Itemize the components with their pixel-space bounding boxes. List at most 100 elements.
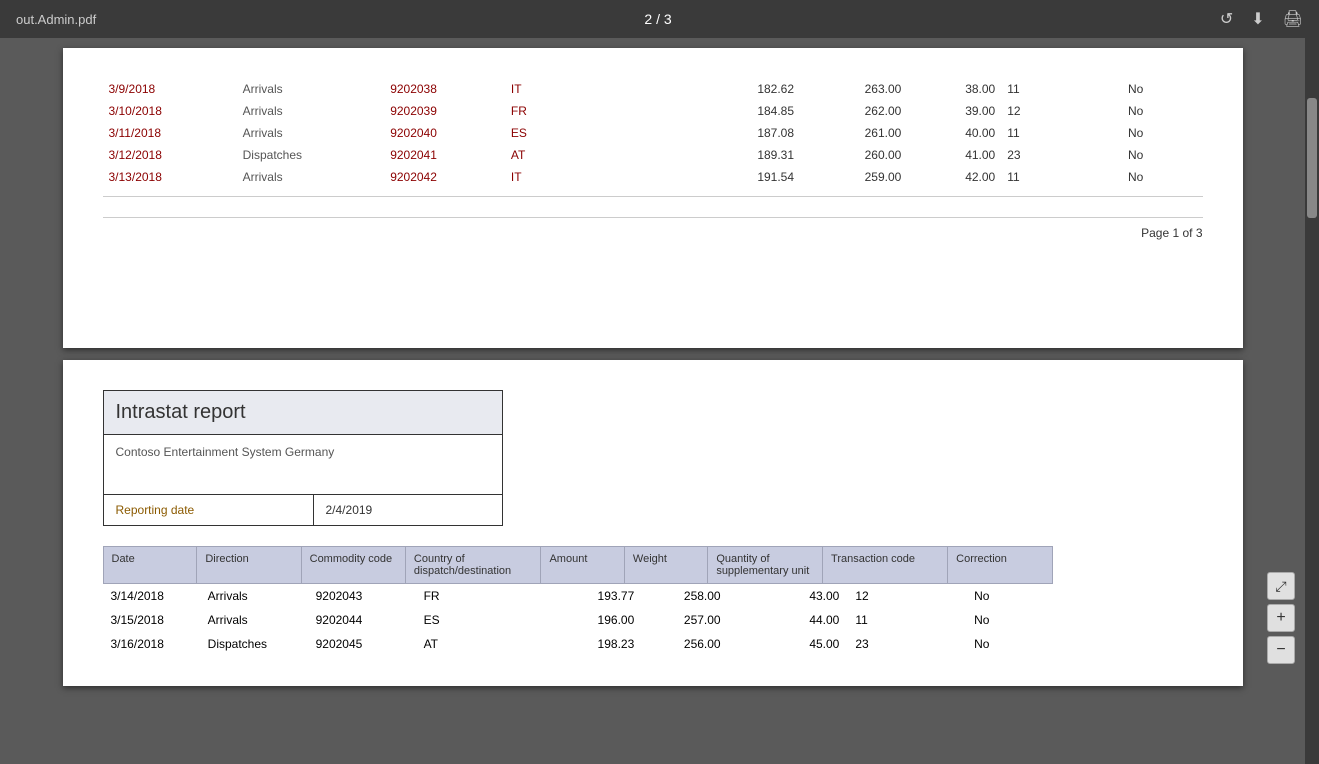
cell-ref: 9202038 [384,78,505,100]
page1-data-table: 3/9/2018 Arrivals 9202038 IT 182.62 263.… [103,78,1203,188]
cell-amount: 182.62 [693,78,800,100]
column-header: Commodity code [301,547,405,584]
pdf-page-1: 3/9/2018 Arrivals 9202038 IT 182.62 263.… [63,48,1243,348]
cell-country: ES [505,122,585,144]
cell-ref: 9202042 [384,166,505,188]
cell-correction: No [966,608,1052,632]
column-header: Weight [624,547,707,584]
cell-ref: 9202040 [384,122,505,144]
cell-weight: 261.00 [800,122,907,144]
cell-country: IT [505,166,585,188]
cell-ref: 9202043 [308,584,416,608]
cell-weight: 262.00 [800,100,907,122]
cell-qty: 44.00 [729,608,848,632]
zoom-expand-button[interactable]: ⤢ [1267,572,1295,600]
toolbar-actions: ↺ ⬇ 🖨 [1220,9,1303,29]
page-indicator: 2 / 3 [644,11,671,27]
report-title: Intrastat report [104,391,502,435]
reporting-date-label: Reporting date [104,495,314,525]
refresh-icon[interactable]: ↺ [1220,9,1233,29]
column-header: Date [103,547,197,584]
cell-direction: Arrivals [237,122,385,144]
cell-direction: Dispatches [200,632,308,656]
zoom-in-button[interactable]: + [1267,604,1295,632]
cell-country: FR [505,100,585,122]
cell-qty: 40.00 [907,122,1001,144]
cell-country: ES [416,608,556,632]
table-row: 3/12/2018 Dispatches 9202041 AT 189.31 2… [103,144,1203,166]
cell-direction: Arrivals [200,608,308,632]
main-area: 3/9/2018 Arrivals 9202038 IT 182.62 263.… [0,38,1319,764]
cell-direction: Arrivals [200,584,308,608]
cell-amount: 184.85 [693,100,800,122]
page-footer: Page 1 of 3 [103,217,1203,240]
cell-qty: 38.00 [907,78,1001,100]
print-icon[interactable]: 🖨 [1283,9,1303,29]
cell-country: FR [416,584,556,608]
cell-weight: 259.00 [800,166,907,188]
cell-txn: 11 [1001,78,1041,100]
column-headers-table: DateDirectionCommodity codeCountry of di… [103,546,1053,584]
column-header: Quantity of supplementary unit [708,547,823,584]
cell-txn: 11 [847,608,879,632]
cell-ref: 9202045 [308,632,416,656]
column-header: Direction [197,547,301,584]
company-name: Contoso Entertainment System Germany [104,435,502,495]
table-row: 3/10/2018 Arrivals 9202039 FR 184.85 262… [103,100,1203,122]
cell-country: AT [505,144,585,166]
cell-amount: 196.00 [556,608,642,632]
reporting-date-row: Reporting date 2/4/2019 [104,495,502,525]
cell-country: IT [505,78,585,100]
cell-amount: 193.77 [556,584,642,608]
table-row: 3/14/2018 Arrivals 9202043 FR 193.77 258… [103,584,1053,608]
cell-weight: 258.00 [642,584,728,608]
reporting-date-value: 2/4/2019 [314,495,385,525]
table-row: 3/15/2018 Arrivals 9202044 ES 196.00 257… [103,608,1053,632]
cell-weight: 256.00 [642,632,728,656]
content-area[interactable]: 3/9/2018 Arrivals 9202038 IT 182.62 263.… [0,38,1305,764]
cell-amount: 187.08 [693,122,800,144]
scrollbar-thumb[interactable] [1307,98,1317,218]
cell-correction: No [966,584,1052,608]
cell-txn: 11 [1001,122,1041,144]
cell-correction: No [966,632,1052,656]
cell-date: 3/11/2018 [103,122,237,144]
zoom-out-button[interactable]: − [1267,636,1295,664]
table-row: 3/11/2018 Arrivals 9202040 ES 187.08 261… [103,122,1203,144]
cell-amount: 191.54 [693,166,800,188]
cell-weight: 257.00 [642,608,728,632]
cell-ref: 9202041 [384,144,505,166]
cell-direction: Arrivals [237,78,385,100]
cell-amount: 198.23 [556,632,642,656]
cell-ref: 9202039 [384,100,505,122]
cell-date: 3/9/2018 [103,78,237,100]
cell-correction: No [1122,78,1203,100]
page-number: Page 1 of 3 [1141,226,1202,240]
scrollbar-track[interactable] [1305,38,1319,764]
table-row: 3/13/2018 Arrivals 9202042 IT 191.54 259… [103,166,1203,188]
cell-date: 3/15/2018 [103,608,200,632]
cell-qty: 39.00 [907,100,1001,122]
toolbar: out.Admin.pdf 2 / 3 ↺ ⬇ 🖨 [0,0,1319,38]
cell-date: 3/16/2018 [103,632,200,656]
cell-correction: No [1122,122,1203,144]
cell-correction: No [1122,166,1203,188]
cell-qty: 42.00 [907,166,1001,188]
cell-ref: 9202044 [308,608,416,632]
table-row: 3/16/2018 Dispatches 9202045 AT 198.23 2… [103,632,1053,656]
table-row: 3/9/2018 Arrivals 9202038 IT 182.62 263.… [103,78,1203,100]
download-icon[interactable]: ⬇ [1251,9,1264,29]
cell-txn: 11 [1001,166,1041,188]
cell-date: 3/10/2018 [103,100,237,122]
cell-weight: 260.00 [800,144,907,166]
cell-date: 3/14/2018 [103,584,200,608]
column-header: Correction [948,547,1052,584]
cell-correction: No [1122,144,1203,166]
cell-date: 3/13/2018 [103,166,237,188]
cell-qty: 45.00 [729,632,848,656]
cell-direction: Arrivals [237,166,385,188]
zoom-controls: ⤢ + − [1267,572,1295,664]
cell-qty: 41.00 [907,144,1001,166]
cell-txn: 23 [1001,144,1041,166]
cell-txn: 12 [1001,100,1041,122]
